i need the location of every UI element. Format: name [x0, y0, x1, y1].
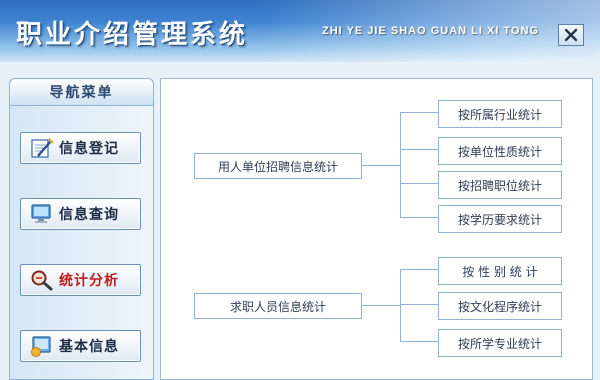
nav-item-register[interactable]: 信息登记 — [20, 132, 141, 164]
stat-by-unit-nature-button[interactable]: 按单位性质统计 — [438, 137, 562, 165]
nav-item-label: 信息登记 — [59, 141, 119, 157]
computer-icon — [27, 200, 57, 228]
register-icon — [27, 134, 57, 162]
app-header: 职业介绍管理系统 ZHI YE JIE SHAO GUAN LI XI TONG — [0, 0, 600, 62]
employer-stats-node[interactable]: 用人单位招聘信息统计 — [194, 153, 362, 179]
stat-by-culture-level-button[interactable]: 按文化程序统计 — [438, 292, 562, 320]
nav-item-query[interactable]: 信息查询 — [20, 198, 141, 230]
close-button[interactable] — [558, 24, 584, 46]
connector-line — [400, 149, 438, 150]
app-subtitle-pinyin: ZHI YE JIE SHAO GUAN LI XI TONG — [322, 25, 540, 37]
connector-line — [400, 269, 438, 270]
nav-item-statistics[interactable]: 统计分析 — [20, 264, 141, 296]
connector-line — [360, 165, 400, 166]
stat-by-education-button[interactable]: 按学历要求统计 — [438, 205, 562, 233]
stat-by-major-button[interactable]: 按所学专业统计 — [438, 329, 562, 357]
nav-item-label: 信息查询 — [59, 207, 119, 223]
magnifier-icon — [27, 266, 57, 294]
stat-by-gender-button[interactable]: 按 性 别 统 计 — [438, 257, 562, 285]
nav-item-basic-info[interactable]: 基本信息 — [20, 330, 141, 362]
app-title: 职业介绍管理系统 — [16, 20, 249, 50]
connector-line — [400, 304, 438, 305]
connector-line — [400, 269, 401, 341]
connector-line — [400, 341, 438, 342]
connector-line — [400, 217, 438, 218]
connector-line — [400, 183, 438, 184]
seeker-stats-node[interactable]: 求职人员信息统计 — [194, 293, 362, 319]
nav-item-label: 统计分析 — [59, 273, 119, 289]
connector-line — [400, 112, 438, 113]
nav-sidebar: 导航菜单 信息登记 信息查询 统计分析 基本信息 — [9, 78, 154, 380]
close-icon — [564, 28, 578, 42]
stat-by-industry-button[interactable]: 按所属行业统计 — [438, 100, 562, 128]
nav-item-label: 基本信息 — [59, 339, 119, 355]
info-icon — [27, 332, 57, 360]
connector-line — [360, 305, 400, 306]
connector-line — [400, 112, 401, 218]
stat-by-position-button[interactable]: 按招聘职位统计 — [438, 171, 562, 199]
nav-menu-heading: 导航菜单 — [10, 79, 153, 106]
